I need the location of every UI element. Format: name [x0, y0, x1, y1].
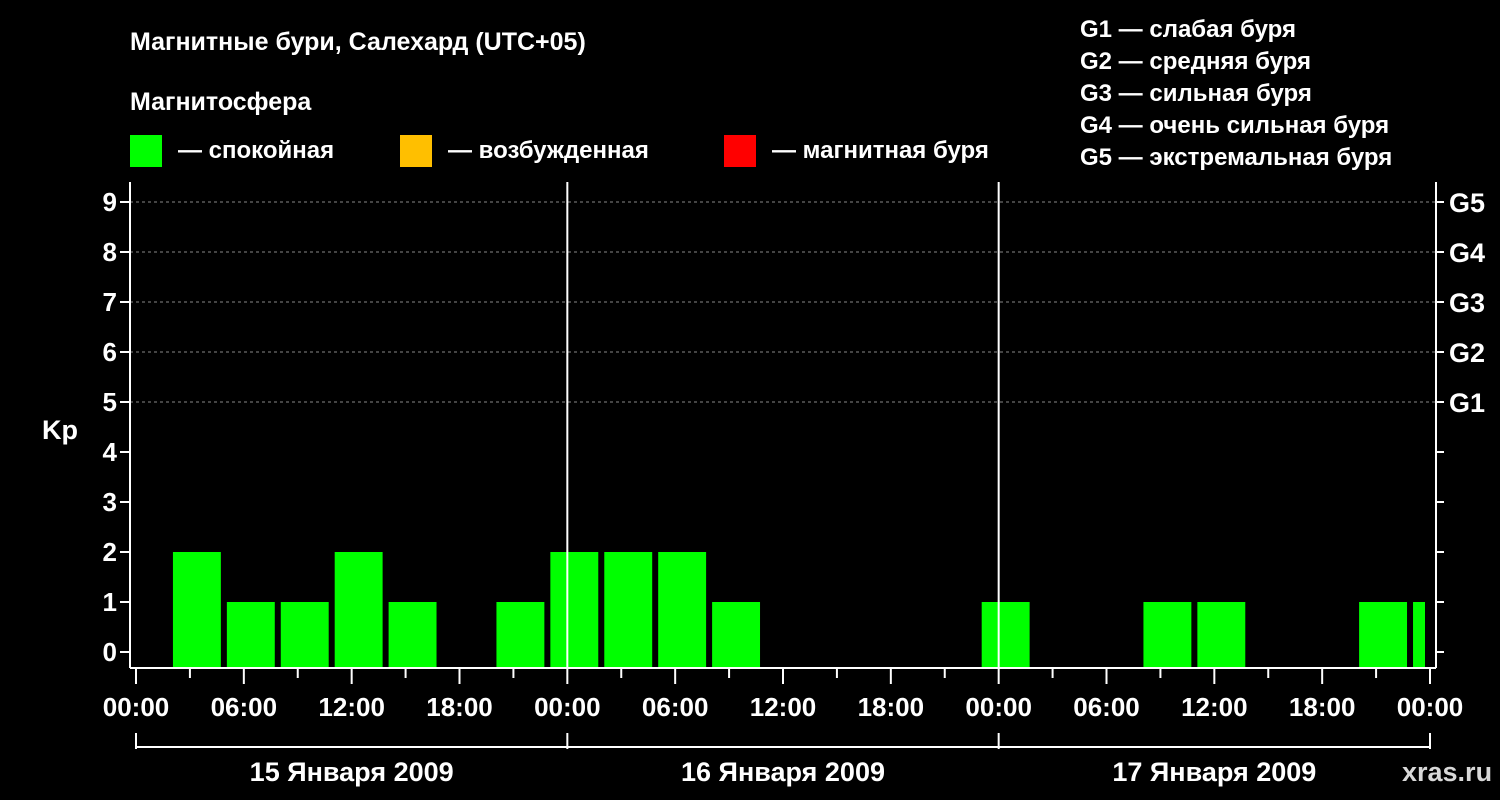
watermark: xras.ru — [1402, 757, 1492, 787]
y-tick-label: 0 — [103, 637, 117, 667]
chart-title: Магнитные бури, Салехард (UTC+05) — [130, 28, 586, 56]
x-tick-label: 00:00 — [103, 692, 170, 722]
x-tick-label: 00:00 — [1397, 692, 1464, 722]
day-label: 15 Января 2009 — [250, 757, 454, 787]
x-tick-label: 06:00 — [211, 692, 278, 722]
g-level-label: G2 — [1449, 338, 1485, 368]
kp-bar — [388, 602, 437, 667]
g-level-label: G4 — [1449, 238, 1485, 268]
g-scale-g2: G2 — средняя буря — [1080, 48, 1311, 75]
g-scale-g3: G3 — сильная буря — [1080, 80, 1312, 107]
x-tick-label: 00:00 — [965, 692, 1032, 722]
kp-bar — [712, 602, 761, 667]
y-tick-label: 6 — [103, 337, 117, 367]
x-tick-label: 06:00 — [642, 692, 709, 722]
g-scale-g5: G5 — экстремальная буря — [1080, 144, 1392, 171]
g-scale-g4: G4 — очень сильная буря — [1080, 112, 1389, 139]
g-level-label: G1 — [1449, 388, 1485, 418]
kp-bar — [280, 602, 329, 667]
x-tick-label: 00:00 — [534, 692, 601, 722]
kp-bar — [334, 552, 383, 667]
kp-bar — [496, 602, 545, 667]
kp-bar — [226, 602, 275, 667]
legend-label-quiet: — спокойная — [178, 137, 334, 164]
g-level-label: G3 — [1449, 288, 1485, 318]
x-tick-label: 18:00 — [1289, 692, 1356, 722]
x-tick-label: 18:00 — [426, 692, 493, 722]
x-tick-label: 12:00 — [1181, 692, 1248, 722]
y-tick-label: 8 — [103, 237, 117, 267]
legend-label-storm: — магнитная буря — [772, 137, 989, 164]
kp-bar — [1197, 602, 1246, 667]
kp-bar — [550, 552, 599, 667]
kp-bar — [1359, 602, 1408, 667]
legend-swatch-storm — [724, 135, 756, 167]
y-tick-label: 5 — [103, 387, 117, 417]
g-level-label: G5 — [1449, 188, 1485, 218]
kp-bar — [604, 552, 653, 667]
y-tick-label: 9 — [103, 187, 117, 217]
legend-label-excited: — возбужденная — [448, 137, 649, 164]
x-tick-label: 06:00 — [1073, 692, 1140, 722]
kp-bar — [1413, 602, 1425, 667]
kp-bar — [1143, 602, 1192, 667]
g-scale-g1: G1 — слабая буря — [1080, 16, 1296, 43]
y-axis-label: Kp — [42, 415, 78, 445]
kp-bar — [981, 602, 1030, 667]
y-tick-label: 3 — [103, 487, 117, 517]
x-tick-label: 12:00 — [318, 692, 385, 722]
legend-swatch-quiet — [130, 135, 162, 167]
x-tick-label: 18:00 — [858, 692, 925, 722]
y-tick-label: 7 — [103, 287, 117, 317]
kp-bar — [658, 552, 707, 667]
y-tick-label: 2 — [103, 537, 117, 567]
kp-bar — [172, 552, 221, 667]
x-tick-label: 12:00 — [750, 692, 817, 722]
legend-title: Магнитосфера — [130, 88, 312, 116]
y-tick-label: 1 — [103, 587, 117, 617]
day-label: 16 Января 2009 — [681, 757, 885, 787]
y-tick-label: 4 — [103, 437, 118, 467]
plot-area: 0 1 2 3 4 5 6 7 8 9 G1 G2 G3 G4 G5 00:00 06:00 12:00 18:00… — [103, 182, 1485, 787]
legend-swatch-excited — [400, 135, 432, 167]
kp-chart: Магнитные бури, Салехард (UTC+05) Магнит… — [42, 16, 1492, 787]
day-label: 17 Января 2009 — [1112, 757, 1316, 787]
